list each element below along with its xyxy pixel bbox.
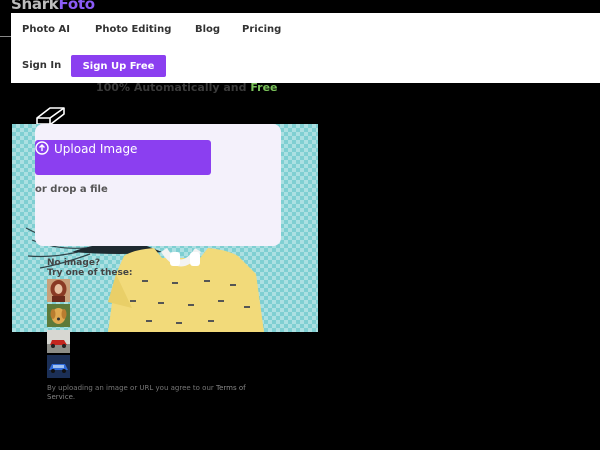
sample-prompt: No image? Try one of these: [47, 258, 133, 278]
brand-name-part1: Shark [11, 0, 59, 13]
sample-image-car-red[interactable] [47, 330, 70, 353]
nav-item-photo-ai[interactable]: Photo AI [22, 24, 70, 35]
headline: 100% Automatically and Free [96, 81, 277, 94]
upload-icon [35, 141, 49, 158]
terms-end: . [72, 393, 76, 401]
headline-text: 100% Automatically and [96, 81, 251, 94]
terms-text: By uploading an image or URL you agree t… [47, 384, 216, 392]
upload-image-button[interactable]: Upload Image [35, 140, 211, 175]
brand-name-part2: Foto [58, 0, 95, 13]
terms-notice: By uploading an image or URL you agree t… [47, 384, 267, 402]
sample-prompt-line2: Try one of these: [47, 268, 133, 278]
headline-free: Free [250, 81, 278, 94]
drop-zone-text[interactable]: or drop a file [35, 184, 108, 195]
sample-image-car-blue[interactable] [47, 355, 70, 378]
nav-item-photo-editing[interactable]: Photo Editing [95, 24, 171, 35]
upload-label: Upload Image [54, 142, 138, 156]
sign-up-button[interactable]: Sign Up Free [71, 55, 166, 77]
nav-menu: Photo AI Photo Editing Blog Pricing Sign… [11, 13, 600, 83]
sample-image-woman[interactable] [47, 279, 70, 302]
upload-card: Upload Image or drop a file [35, 124, 281, 246]
sample-image-dog[interactable] [47, 304, 70, 327]
brand-logo[interactable]: SharkFoto [11, 0, 95, 13]
sample-prompt-line1: No image? [47, 258, 101, 268]
nav-item-blog[interactable]: Blog [195, 24, 220, 35]
sign-in-link[interactable]: Sign In [22, 60, 61, 71]
nav-item-pricing[interactable]: Pricing [242, 24, 281, 35]
